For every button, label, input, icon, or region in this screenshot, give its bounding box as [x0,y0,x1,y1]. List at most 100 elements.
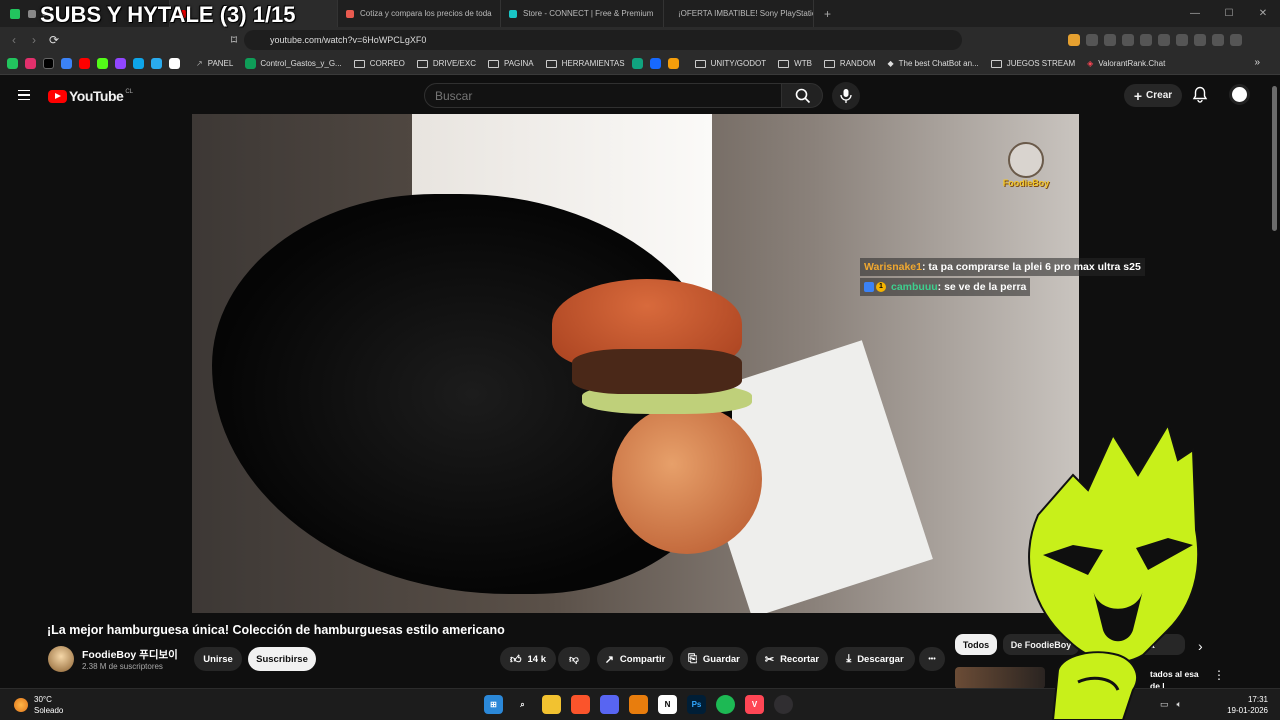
whatsapp-icon[interactable] [7,58,18,69]
maximize-button[interactable]: ☐ [1212,8,1246,19]
valorant-icon: ◈ [1087,59,1094,68]
plus-icon: + [1133,87,1143,104]
youtube-icon[interactable] [79,58,90,69]
share-icon: ↗ [604,653,614,666]
chatgpt-icon[interactable] [631,58,643,69]
obs-icon[interactable] [774,695,793,714]
subscribe-button[interactable]: Suscribirse [248,647,316,671]
bookmark-folder-random[interactable]: RANDOM [823,59,875,68]
spotify-icon[interactable] [716,695,735,714]
music-icon[interactable] [1140,34,1152,46]
forward-icon[interactable]: › [24,33,44,47]
save-button[interactable]: ⎘ Guardar [680,647,748,671]
search-icon[interactable]: ⌕ [513,695,532,714]
file-explorer-icon[interactable] [542,695,561,714]
download-button[interactable]: ⤓ Descargar [835,647,915,671]
reload-icon[interactable]: ⟳ [44,33,64,47]
extensions-icon[interactable] [1086,34,1098,46]
minimize-button[interactable]: — [1178,8,1212,19]
wallet-icon[interactable] [1176,34,1188,46]
weather-widget[interactable]: 30°C Soleado [14,694,63,716]
address-bar-row: ‹ › ⟳ ⌑ youtube.com/watch?v=6HoWPCLgXF0 [0,27,1280,53]
folder-icon [694,59,706,68]
stream-overlay-title: SUBS Y HYTALE (3) 1/15 [40,2,296,27]
video-player[interactable]: FoodieBoy [192,114,1079,613]
gmail-icon[interactable] [169,58,180,69]
channel-name[interactable]: FoodieBoy 푸디보이 [82,647,178,662]
system-clock[interactable]: 17:31 19-01-2026 [1222,694,1268,716]
more-actions-button[interactable]: ••• [919,647,945,671]
bookmark-folder-unity[interactable]: UNITY/GODOT [694,59,766,68]
instagram-icon[interactable] [25,58,36,69]
temperature: 30°C [34,695,52,704]
x-icon[interactable] [43,58,54,69]
bookmark-chatbot[interactable]: ◆ The best ChatBot an... [887,59,978,68]
bookmark-folder-herramientas[interactable]: HERRAMIENTAS [545,59,625,68]
like-button[interactable]: 👍︎ 14 k [500,647,556,671]
camera-icon[interactable] [1104,34,1116,46]
brave-shield-icon[interactable] [1068,34,1080,46]
twitch-icon[interactable] [115,58,126,69]
tab-favicon-icon [28,9,36,18]
bookmark-folder-correo[interactable]: CORREO [353,59,405,68]
photoshop-icon[interactable]: Ps [687,695,706,714]
valorant-icon[interactable]: V [745,695,764,714]
watermark-face-icon [1008,142,1044,178]
page-scrollbar[interactable] [1272,86,1277,231]
close-button[interactable]: ✕ [1246,8,1280,19]
blender-icon[interactable] [629,695,648,714]
search-input[interactable] [424,83,782,108]
video-title: ¡La mejor hamburguesa única! Colección d… [47,623,505,637]
share-button[interactable]: ↗ Compartir [597,647,673,671]
discord-icon[interactable] [600,695,619,714]
voice-search-button[interactable] [832,82,860,110]
kick-icon[interactable] [97,58,108,69]
bookmarks-overflow-button[interactable]: » [1254,57,1260,68]
bookmark-folder-wtb[interactable]: WTB [778,59,812,68]
user-avatar[interactable] [1229,84,1250,105]
menu-icon[interactable] [1230,34,1242,46]
bookmark-folder-pagina[interactable]: PAGINA [487,59,534,68]
hamburger-menu-icon[interactable] [18,90,30,100]
search-button[interactable] [781,83,823,108]
bookmark-folder-panel[interactable]: ↗ PANEL [196,59,233,68]
notion-icon[interactable]: N [658,695,677,714]
new-tab-button[interactable]: + [824,7,831,21]
browser-tab[interactable]: Store - CONNECT | Free & Premium [501,0,664,27]
clip-button[interactable]: ✂ Recortar [756,647,828,671]
chatbot-icon: ◆ [887,59,894,68]
chat-text: : se ve de la perra [937,281,1027,293]
vpn-icon[interactable] [1212,34,1224,46]
bookmark-icon[interactable]: ⌑ [224,33,244,47]
profile-icon[interactable] [1194,34,1206,46]
youtube-logo[interactable]: YouTube CL [48,88,133,104]
bookmark-app-icon[interactable] [61,58,72,69]
create-button[interactable]: + Crear [1124,84,1182,107]
bookmark-valorantrank[interactable]: ◈ ValorantRank.Chat [1087,59,1165,68]
behance-icon[interactable] [649,58,661,69]
chip-all[interactable]: Todos [955,634,997,655]
brave-icon[interactable] [571,695,590,714]
browser-tab[interactable]: ¡OFERTA IMBATIBLE! Sony PlayStation [664,0,814,27]
notifications-bell-icon[interactable] [1192,86,1208,103]
bookmark-control-gastos[interactable]: Control_Gastos_y_G... [245,58,342,69]
download-icon: ⤓ [846,652,852,665]
youtube-play-icon [48,89,67,103]
bookmark-app-icon[interactable] [133,58,144,69]
telegram-icon[interactable] [151,58,162,69]
video-frame-patty [572,349,742,394]
url-field[interactable]: youtube.com/watch?v=6HoWPCLgXF0 [244,30,962,50]
bookmark-folder-juegos[interactable]: JUEGOS STREAM [990,59,1075,68]
browser-tab[interactable]: Cotiza y compara los precios de toda [338,0,501,27]
back-icon[interactable]: ‹ [4,33,24,47]
bookmark-app-icon[interactable] [667,58,679,69]
weather-sun-icon [14,698,28,712]
dislike-button[interactable]: 👎︎ [558,647,590,671]
download-icon[interactable] [1122,34,1134,46]
start-icon[interactable]: ⊞ [484,695,503,714]
channel-avatar[interactable] [48,646,74,672]
join-button[interactable]: Unirse [194,647,242,671]
chat-message: 1 cambuuu : se ve de la perra [860,278,1031,296]
bookmark-folder-drive[interactable]: DRIVE/EXC [416,59,476,68]
sidebar-icon[interactable] [1158,34,1170,46]
